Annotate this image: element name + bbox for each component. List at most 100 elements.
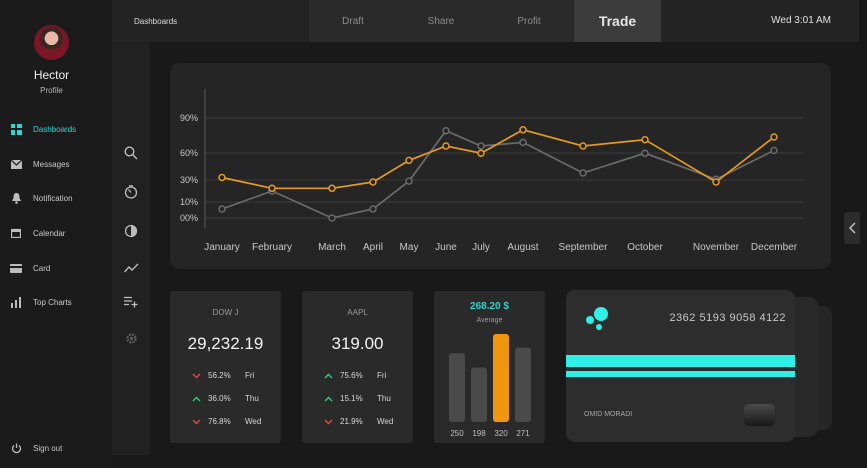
stock-symbol: AAPL [347, 308, 368, 317]
x-tick-label: December [751, 242, 798, 253]
bar-label: 250 [450, 429, 464, 438]
data-point [218, 173, 226, 182]
line-chart: 00% 10% 30% 60% 90% January February March April… [180, 89, 803, 253]
sidebar-item-label: Top Charts [33, 297, 72, 307]
data-point [218, 205, 226, 213]
bar-chart-icon [10, 296, 22, 308]
data-point [268, 184, 276, 193]
stock-day: Wed [245, 417, 262, 426]
sidebar-item-dashboards[interactable]: Dashboards [10, 120, 105, 138]
sidebar-item-label: Dashboards [33, 124, 77, 134]
x-tick-label: September [559, 242, 609, 253]
data-point [442, 142, 450, 150]
calendar-icon [10, 227, 22, 239]
y-tick-label: 00% [180, 213, 198, 223]
data-point [712, 178, 720, 186]
data-point [641, 149, 649, 157]
stock-row: 36.0% Thu [192, 394, 272, 406]
card-number: 2362 5193 9058 4122 [669, 312, 786, 324]
sidebar-item-messages[interactable]: Messages [10, 155, 105, 173]
sidebar-item-label: Calendar [33, 228, 66, 238]
search-icon[interactable] [119, 141, 143, 165]
timer-icon[interactable] [119, 180, 143, 204]
sidebar-item-label: Messages [33, 159, 70, 169]
stock-row: 75.6% Fri [324, 371, 404, 383]
sidebar: Hector Profile Dashboards Messages Notif… [0, 0, 110, 468]
card-chip [744, 404, 775, 426]
bar-label: 198 [472, 429, 486, 438]
data-point [328, 184, 336, 193]
playlist-add-icon[interactable] [119, 290, 143, 314]
data-point [579, 169, 587, 177]
data-point [519, 126, 527, 134]
top-bar: Dashboards Draft Share Profit Trade Wed … [112, 0, 859, 42]
sidebar-item-top-charts[interactable]: Top Charts [10, 293, 105, 311]
stock-card-aapl[interactable]: AAPL 319.00 75.6% Fri 15.1% Thu 21.9% We… [302, 291, 413, 443]
data-point [328, 214, 336, 222]
bar-label: 320 [494, 429, 508, 438]
stock-day: Fri [377, 371, 387, 380]
y-tick-label: 90% [180, 113, 198, 123]
tool-rail [112, 0, 150, 455]
credit-card[interactable]: 2362 5193 9058 4122 OMID MORADI [566, 290, 795, 442]
line-chart-card: 00% 10% 30% 60% 90% January February March April… [170, 63, 831, 269]
down-arrow-icon [192, 371, 201, 381]
card-stripe [566, 355, 795, 367]
envelope-icon [10, 158, 22, 170]
data-point [477, 149, 485, 157]
breadcrumb[interactable]: Dashboards [134, 17, 177, 26]
sign-out-label: Sign out [33, 443, 63, 453]
sign-out-button[interactable]: Sign out [10, 439, 105, 457]
data-point [369, 178, 377, 186]
power-icon [10, 442, 22, 454]
average-bar [493, 334, 509, 422]
stock-day: Wed [377, 417, 394, 426]
tab-trade[interactable]: Trade [574, 0, 661, 42]
y-tick-label: 10% [180, 197, 198, 207]
x-tick-label: March [318, 242, 346, 253]
tab-profit[interactable]: Profit [485, 0, 573, 42]
sidebar-item-notification[interactable]: Notification [10, 189, 105, 207]
stock-day: Thu [377, 394, 391, 403]
sidebar-item-card[interactable]: Card [10, 259, 105, 277]
stock-change: 21.9% [340, 417, 363, 426]
tab-share[interactable]: Share [397, 0, 485, 42]
stock-price: 29,232.19 [187, 334, 264, 353]
average-bar [449, 353, 465, 422]
stock-row: 56.2% Fri [192, 371, 272, 383]
average-bar-chart: 250 198 320 271 [449, 334, 531, 438]
stock-price: 319.00 [331, 334, 384, 353]
sidebar-item-calendar[interactable]: Calendar [10, 224, 105, 242]
trend-icon[interactable] [119, 256, 143, 280]
average-card[interactable]: 268.20 $ Average 250 198 320 271 [434, 291, 545, 443]
x-tick-label: November [693, 242, 740, 253]
settings-icon[interactable] [119, 326, 143, 350]
data-point [519, 138, 527, 147]
x-tick-label: June [435, 242, 457, 253]
stock-row: 15.1% Thu [324, 394, 404, 406]
card-logo-icon [586, 307, 608, 330]
data-point [405, 156, 413, 165]
stock-day: Thu [245, 394, 259, 403]
avatar[interactable] [34, 25, 69, 60]
stock-symbol: DOW J [212, 308, 239, 317]
up-arrow-icon [324, 371, 333, 381]
y-tick-label: 30% [180, 175, 198, 185]
card-stripe [566, 371, 795, 377]
dashboard-icon [10, 123, 22, 135]
x-tick-label: May [400, 242, 419, 253]
x-tick-label: July [472, 242, 490, 253]
chevron-left-icon [848, 222, 856, 234]
stock-day: Fri [245, 371, 255, 380]
stock-row: 76.8% Wed [192, 417, 272, 429]
collapse-panel-button[interactable] [844, 212, 860, 244]
sidebar-item-label: Notification [33, 193, 73, 203]
average-bar [471, 367, 487, 422]
stock-change: 56.2% [208, 371, 231, 380]
x-tick-label: February [252, 242, 292, 253]
stock-card-dowj[interactable]: DOW J 29,232.19 56.2% Fri 36.0% Thu 76.8… [170, 291, 281, 443]
half-circle-icon[interactable] [119, 219, 143, 243]
tab-draft[interactable]: Draft [309, 0, 397, 42]
data-point [405, 177, 413, 185]
data-point [641, 135, 649, 144]
